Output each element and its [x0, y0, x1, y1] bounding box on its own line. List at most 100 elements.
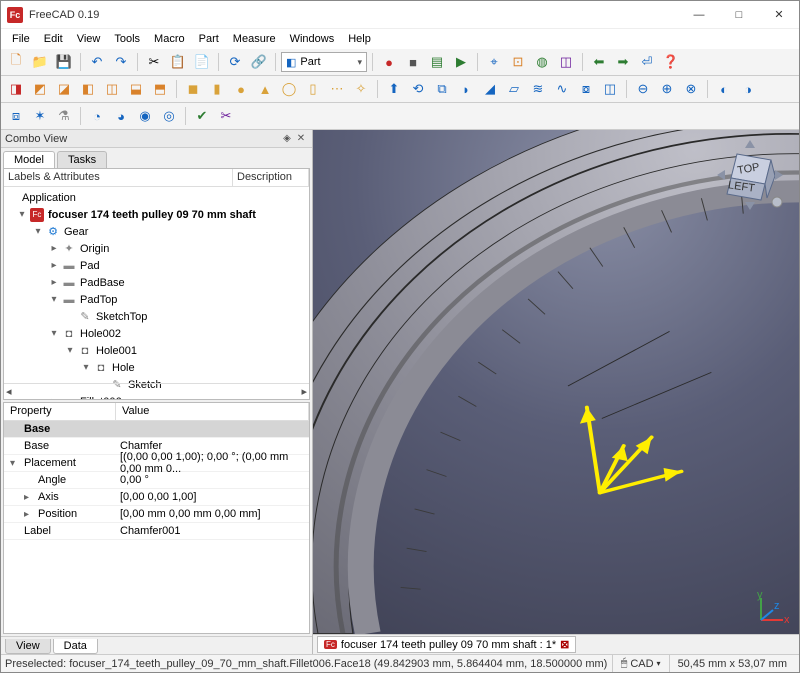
copy-icon[interactable]: 📋	[167, 51, 189, 73]
minimize-button[interactable]: ―	[679, 1, 719, 29]
menu-tools[interactable]: Tools	[107, 31, 147, 47]
thickness-icon[interactable]: ◫	[599, 78, 621, 100]
cut-icon[interactable]: ✂	[143, 51, 165, 73]
help-icon[interactable]: ❓	[660, 51, 682, 73]
prim-tube-icon[interactable]: ▯	[302, 78, 324, 100]
draw-style-icon[interactable]: ◍	[531, 51, 553, 73]
property-row[interactable]: ▸Axis[0,00 0,00 1,00]	[4, 489, 309, 506]
navigation-cube[interactable]: TOP LEFT	[713, 138, 787, 212]
menu-file[interactable]: File	[5, 31, 37, 47]
document-tab-close-icon[interactable]: ⊠	[560, 638, 569, 651]
redo-icon[interactable]: ↷	[110, 51, 132, 73]
record-macro-icon[interactable]: ●	[378, 51, 400, 73]
cut-op-icon[interactable]: ◕	[110, 105, 132, 127]
bounding-box-icon[interactable]: ◫	[555, 51, 577, 73]
prim-more-icon[interactable]: ⋯	[326, 78, 348, 100]
boolean-fuse-icon[interactable]: ⊕	[656, 78, 678, 100]
property-row[interactable]: Angle0,00 °	[4, 472, 309, 489]
view-left-icon[interactable]: ⬒	[149, 78, 171, 100]
undo-icon[interactable]: ↶	[86, 51, 108, 73]
new-file-icon[interactable]: 🗋	[5, 51, 27, 73]
workbench-selector[interactable]: ◧ Part ▾	[281, 52, 367, 72]
tree-item[interactable]: ▾⚙Gear	[4, 223, 309, 240]
menu-measure[interactable]: Measure	[226, 31, 283, 47]
compound-filter-icon[interactable]: ⚗	[53, 105, 75, 127]
property-row[interactable]: ▸Position[0,00 mm 0,00 mm 0,00 mm]	[4, 506, 309, 523]
loft-icon[interactable]: ≋	[527, 78, 549, 100]
save-file-icon[interactable]: 💾	[53, 51, 75, 73]
tree-item[interactable]: ▸▬Pad	[4, 257, 309, 274]
offset-icon[interactable]: ⧇	[575, 78, 597, 100]
prim-cone-icon[interactable]: ▲	[254, 78, 276, 100]
menu-part[interactable]: Part	[192, 31, 226, 47]
tree-application[interactable]: Application	[4, 189, 309, 206]
nav-home-icon[interactable]: ⏎	[636, 51, 658, 73]
stop-macro-icon[interactable]: ■	[402, 51, 424, 73]
sweep-icon[interactable]: ∿	[551, 78, 573, 100]
prim-cube-icon[interactable]: ◼	[182, 78, 204, 100]
macro-list-icon[interactable]: ▤	[426, 51, 448, 73]
refresh-icon[interactable]: ⟳	[224, 51, 246, 73]
view-rear-icon[interactable]: ◫	[101, 78, 123, 100]
link-icon[interactable]: 🔗	[248, 51, 270, 73]
explode-icon[interactable]: ✶	[29, 105, 51, 127]
tree-item[interactable]: ▾◘Hole002	[4, 325, 309, 342]
view-right-icon[interactable]: ◧	[77, 78, 99, 100]
panel-float-icon[interactable]: ◈	[280, 132, 294, 146]
open-file-icon[interactable]: 📁	[29, 51, 51, 73]
3d-viewport[interactable]: TOP LEFT x y z	[313, 130, 799, 654]
model-tree[interactable]: Labels & Attributes Description Applicat…	[3, 168, 310, 400]
menu-macro[interactable]: Macro	[147, 31, 192, 47]
fit-selection-icon[interactable]: ⊡	[507, 51, 529, 73]
prim-sphere-icon[interactable]: ●	[230, 78, 252, 100]
property-row[interactable]: ▾Placement[(0,00 0,00 1,00); 0,00 °; (0,…	[4, 455, 309, 472]
shape-builder-icon[interactable]: ✧	[350, 78, 372, 100]
menu-windows[interactable]: Windows	[283, 31, 342, 47]
tree-item[interactable]: ▾◘Hole001	[4, 342, 309, 359]
ruled-surface-icon[interactable]: ▱	[503, 78, 525, 100]
view-top-icon[interactable]: ◪	[53, 78, 75, 100]
compound-icon[interactable]: ⧈	[5, 105, 27, 127]
check-geom-icon[interactable]: ✔	[191, 105, 213, 127]
fillet-icon[interactable]: ◗	[455, 78, 477, 100]
tab-tasks[interactable]: Tasks	[57, 151, 107, 168]
property-row[interactable]: LabelChamfer001	[4, 523, 309, 540]
prim-torus-icon[interactable]: ◯	[278, 78, 300, 100]
section-icon[interactable]: ◐	[713, 78, 735, 100]
document-tab[interactable]: Fc focuser 174 teeth pulley 09 70 mm sha…	[317, 636, 576, 653]
prim-cylinder-icon[interactable]: ▮	[206, 78, 228, 100]
fit-all-icon[interactable]: ⌖	[483, 51, 505, 73]
fuse-op-icon[interactable]: ◉	[134, 105, 156, 127]
panel-close-icon[interactable]: ✕	[294, 132, 308, 146]
tree-item[interactable]: ▾▬PadTop	[4, 291, 309, 308]
view-bottom-icon[interactable]: ⬓	[125, 78, 147, 100]
common-op-icon[interactable]: ◎	[158, 105, 180, 127]
tree-item[interactable]: ✎SketchTop	[4, 308, 309, 325]
revolve-icon[interactable]: ⟲	[407, 78, 429, 100]
view-iso-icon[interactable]: ◨	[5, 78, 27, 100]
tree-item[interactable]: ▾◘Hole	[4, 359, 309, 376]
tab-data[interactable]: Data	[53, 639, 98, 654]
tab-view[interactable]: View	[5, 639, 51, 654]
paste-icon[interactable]: 📄	[191, 51, 213, 73]
boolean-common-icon[interactable]: ⊗	[680, 78, 702, 100]
nav-back-icon[interactable]: ⬅	[588, 51, 610, 73]
view-front-icon[interactable]: ◩	[29, 78, 51, 100]
mirror-icon[interactable]: ⧉	[431, 78, 453, 100]
cross-section-icon[interactable]: ◑	[737, 78, 759, 100]
close-button[interactable]: ✕	[759, 1, 799, 29]
menu-help[interactable]: Help	[341, 31, 378, 47]
tree-hscroll[interactable]: ◂▸	[4, 383, 309, 399]
menu-view[interactable]: View	[70, 31, 108, 47]
menu-edit[interactable]: Edit	[37, 31, 70, 47]
extrude-icon[interactable]: ⬆	[383, 78, 405, 100]
defeaturing-icon[interactable]: ✂	[215, 105, 237, 127]
boolean-cut-icon[interactable]: ⊖	[632, 78, 654, 100]
nav-forward-icon[interactable]: ➡	[612, 51, 634, 73]
tree-document[interactable]: ▾Fcfocuser 174 teeth pulley 09 70 mm sha…	[4, 206, 309, 223]
chamfer-icon[interactable]: ◢	[479, 78, 501, 100]
play-macro-icon[interactable]: ▶	[450, 51, 472, 73]
boolean-op-icon[interactable]: ◔	[86, 105, 108, 127]
status-nav-mode[interactable]: 🖱CAD▾	[612, 655, 669, 672]
tree-item[interactable]: ▸▬PadBase	[4, 274, 309, 291]
